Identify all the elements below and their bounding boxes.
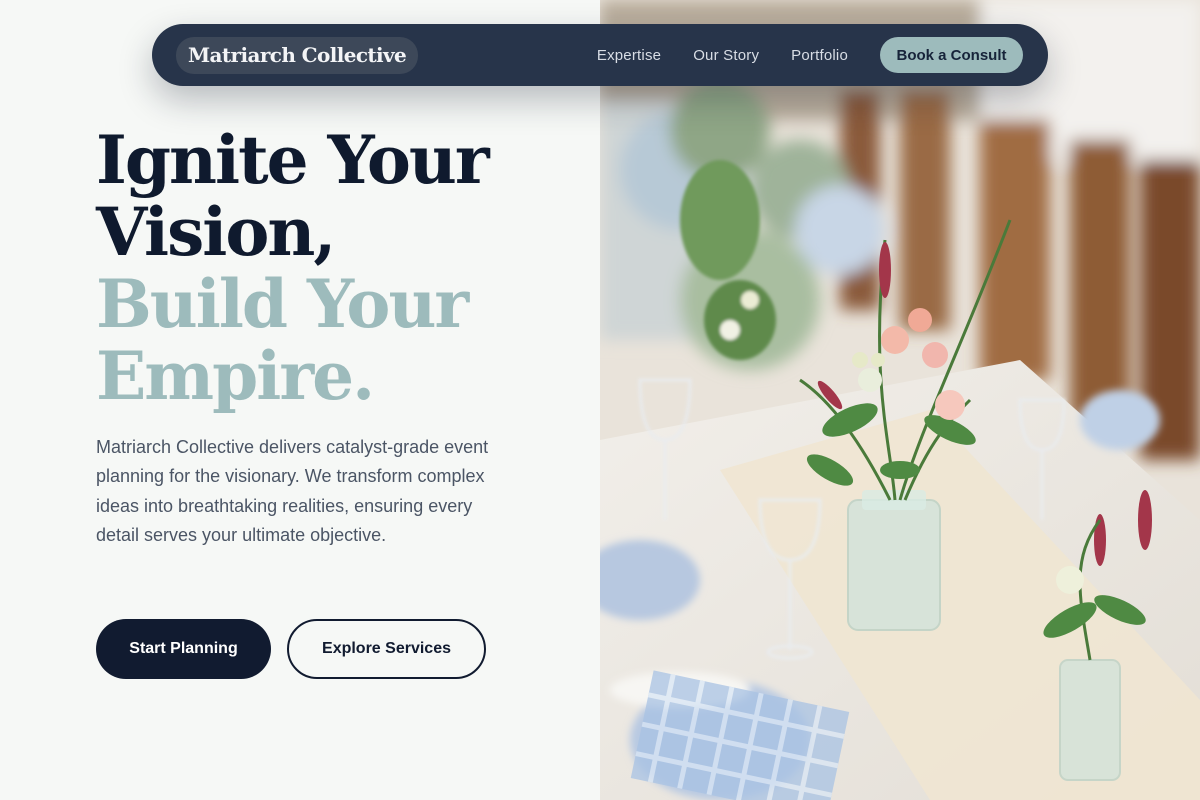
nav-link-expertise[interactable]: Expertise — [597, 47, 661, 64]
brand-logo[interactable]: Matriarch Collective — [176, 36, 419, 74]
start-planning-button[interactable]: Start Planning — [96, 619, 271, 679]
headline-accent-line-2: Empire. — [96, 337, 375, 415]
book-consult-button[interactable]: Book a Consult — [880, 37, 1023, 73]
headline-line-1: Ignite Your — [96, 121, 490, 199]
hero-lead-paragraph: Matriarch Collective delivers catalyst-g… — [96, 437, 489, 546]
nav-link-our-story[interactable]: Our Story — [693, 47, 759, 64]
table-scene-illustration — [600, 0, 1200, 800]
hero-headline: Ignite Your Vision, Build Your Empire. — [96, 124, 576, 412]
nav-links: Expertise Our Story Portfolio Book a Con… — [597, 37, 1024, 73]
explore-services-button[interactable]: Explore Services — [287, 619, 486, 679]
nav-link-portfolio[interactable]: Portfolio — [791, 47, 848, 64]
headline-accent-line-1: Build Your — [96, 265, 469, 343]
hero-photo-wedding-table — [600, 0, 1200, 800]
top-navigation-bar: Matriarch Collective Expertise Our Story… — [152, 24, 1048, 86]
headline-line-2: Vision, — [96, 193, 336, 271]
